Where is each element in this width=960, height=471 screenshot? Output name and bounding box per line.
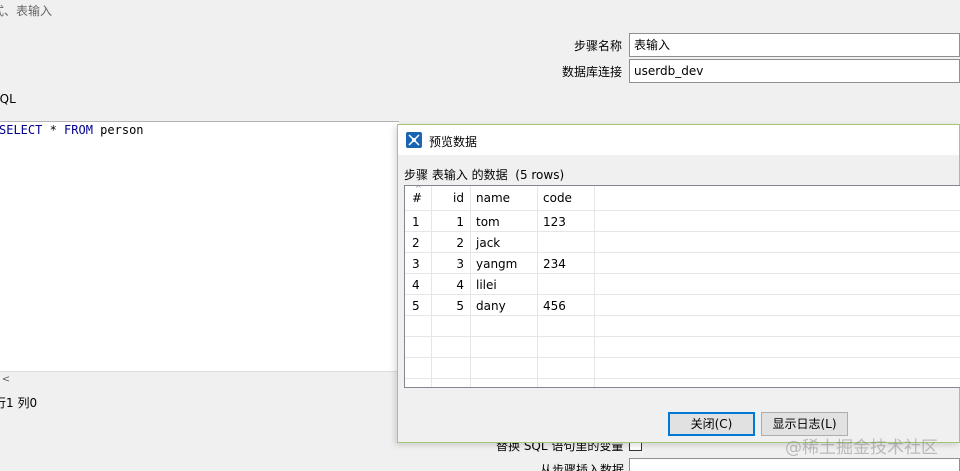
sql-token: * (42, 123, 65, 137)
sql-keyword: SELECT (0, 123, 43, 137)
column-header: id (453, 191, 464, 205)
grid-row-divider (405, 336, 960, 337)
close-button[interactable]: 关闭(C) (668, 412, 755, 436)
scroll-left-arrow-icon[interactable]: < (0, 372, 12, 387)
sql-token: person (92, 123, 144, 137)
grid-row-divider (405, 357, 960, 358)
preview-dialog: 预览数据 步骤 表输入 的数据 (5 rows) ^ # id name code 1 1… (397, 124, 960, 443)
sql-label: SQL (0, 92, 16, 106)
table-cell: 5 (412, 299, 420, 313)
table-cell: 2 (456, 236, 464, 250)
grid-row-divider (405, 252, 960, 253)
table-cell: 3 (412, 257, 420, 271)
table-cell: 234 (543, 257, 566, 271)
cursor-status: 行1 列0 (0, 396, 38, 410)
watermark: @稀土掘金技术社区 (785, 438, 938, 458)
sql-keyword: FROM (64, 123, 93, 137)
table-cell: 2 (412, 236, 420, 250)
grid-row-divider (405, 315, 960, 316)
step-name-input[interactable]: 表输入 (629, 33, 960, 57)
table-cell: 3 (456, 257, 464, 271)
table-cell: tom (476, 215, 500, 229)
table-cell: lilei (476, 278, 497, 292)
preview-caption: 步骤 表输入 的数据 (5 rows) (404, 168, 565, 182)
window-title-text: 表输入 (16, 4, 53, 18)
insert-from-step-label: 从步骤插入数据 (540, 463, 625, 471)
grid-row-divider (405, 273, 960, 274)
column-header: # (412, 191, 423, 205)
sql-editor[interactable]: SELECT * FROM person (0, 121, 399, 371)
preview-title: 预览数据 (429, 135, 478, 149)
db-connection-input[interactable]: userdb_dev (629, 59, 960, 83)
table-cell: 4 (412, 278, 420, 292)
table-cell: yangm (476, 257, 518, 271)
table-cell: 123 (543, 215, 566, 229)
table-cell: 4 (456, 278, 464, 292)
table-cell: 456 (543, 299, 566, 313)
window-title: 式、表输入 (0, 2, 52, 19)
window-title-separator: 、 (4, 4, 17, 18)
horizontal-scrollbar[interactable]: < (0, 371, 400, 387)
grid-row-divider (405, 294, 960, 295)
preview-titlebar[interactable]: 预览数据 (398, 125, 959, 155)
grid-row-divider (405, 378, 960, 379)
insert-from-step-select[interactable] (629, 458, 960, 471)
column-header: name (476, 191, 511, 205)
table-cell: jack (476, 236, 501, 250)
grid-row-divider (405, 231, 960, 232)
table-cell: 1 (412, 215, 420, 229)
sql-text: SELECT * FROM person (0, 123, 144, 137)
table-cell: 1 (456, 215, 464, 229)
table-cell: 5 (456, 299, 464, 313)
grid-row-divider (405, 210, 960, 211)
column-header: code (543, 191, 572, 205)
step-name-label: 步骤名称 (573, 39, 622, 53)
preview-app-icon (406, 132, 422, 148)
table-cell: dany (476, 299, 506, 313)
db-connection-label: 数据库连接 (561, 65, 622, 79)
preview-data-grid[interactable]: ^ # id name code 1 1 tom 123 2 2 jack 3 3 yangm 234 4 4 l… (404, 185, 960, 388)
